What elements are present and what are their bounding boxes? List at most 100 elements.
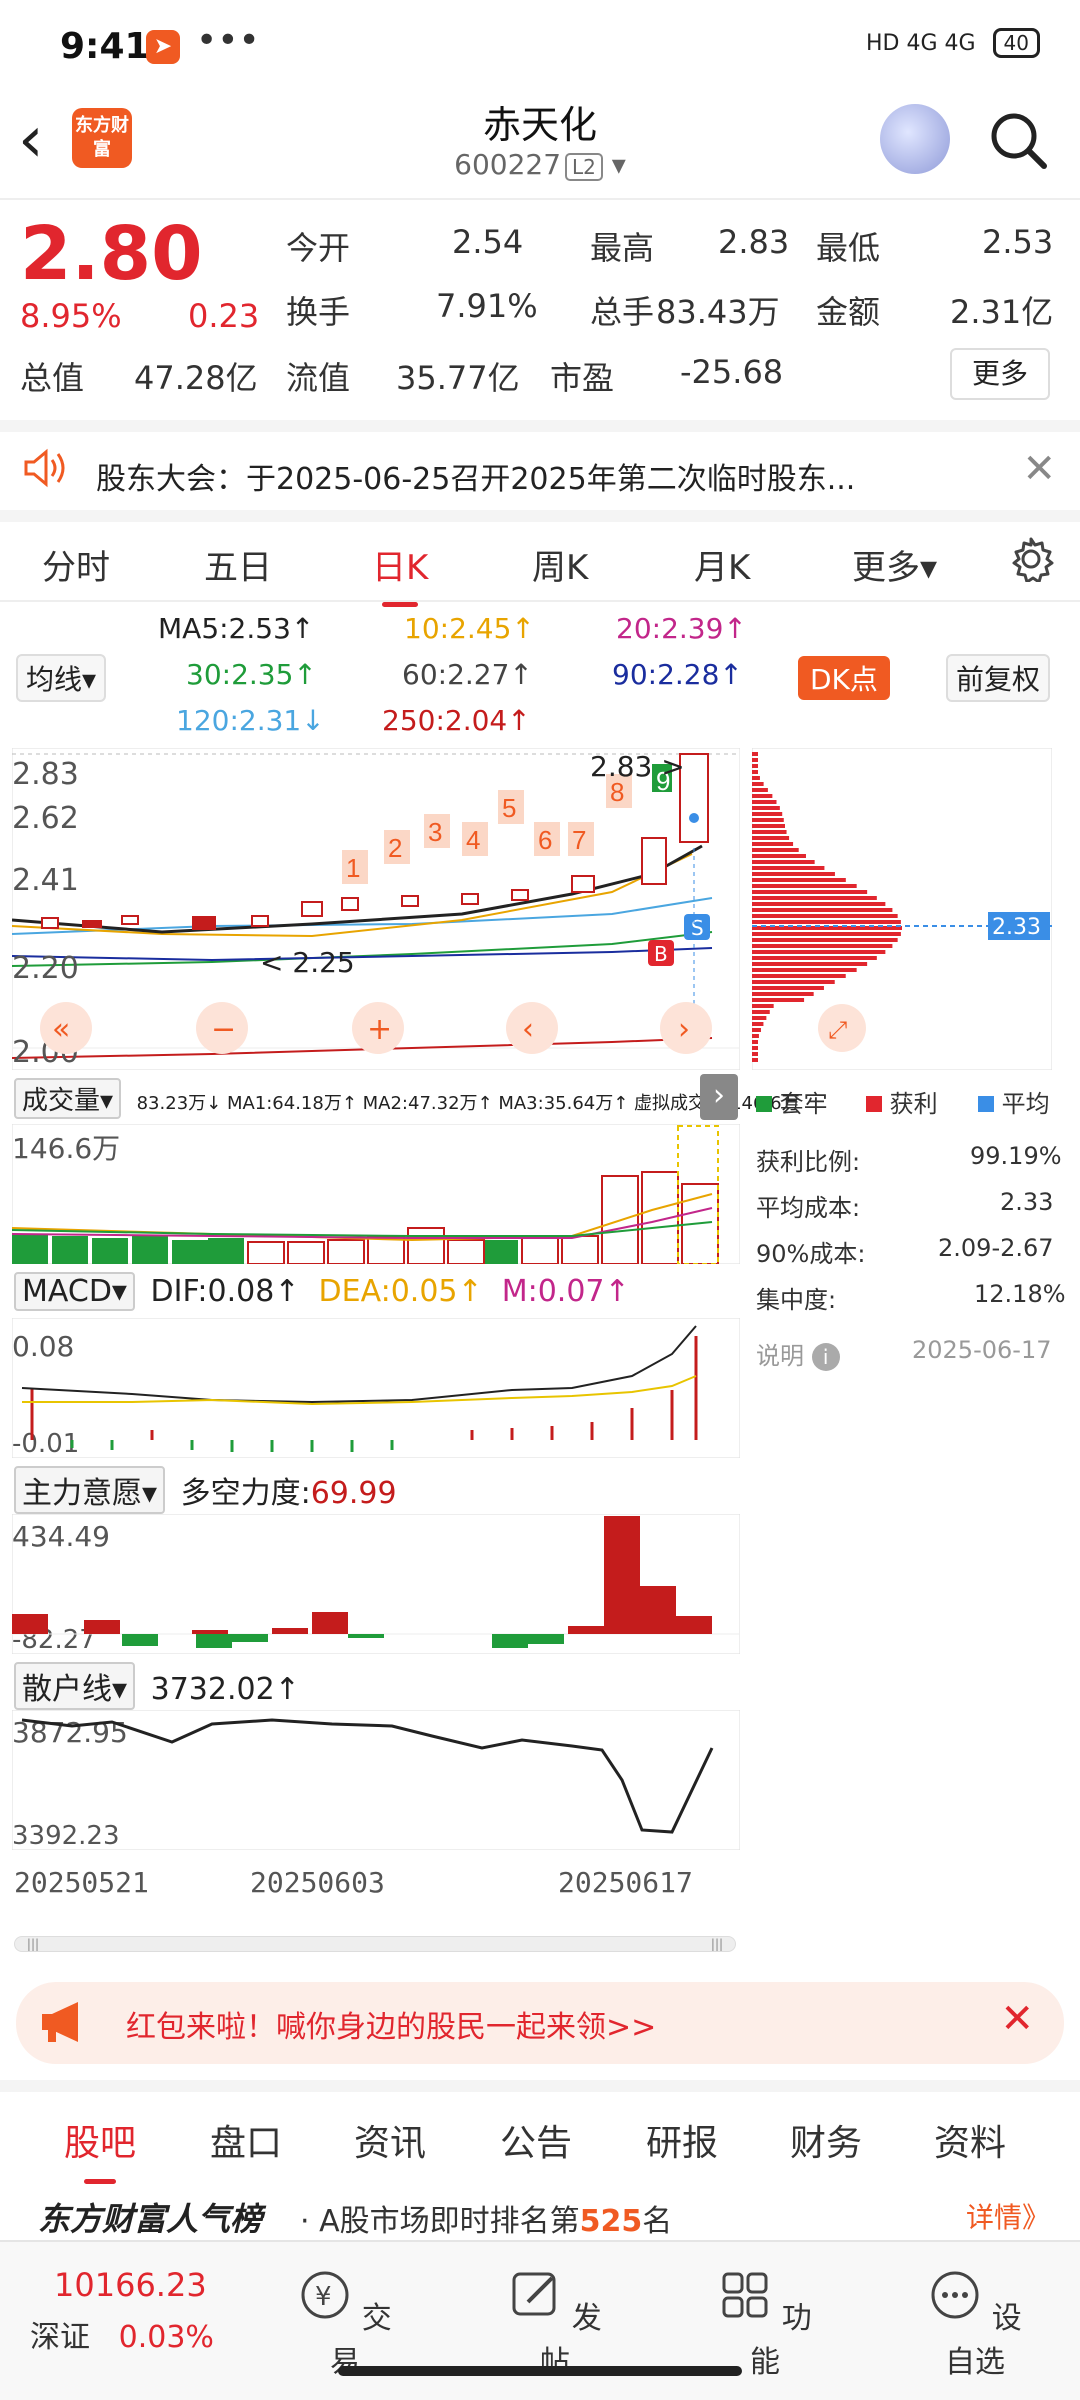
open-label: 今开	[286, 229, 351, 267]
period-tabs: 分时 五日 日K 周K 月K 更多▾	[0, 510, 1080, 607]
legend-profit: 获利	[866, 1084, 938, 1119]
more-button[interactable]: 更多	[950, 348, 1050, 400]
low-marker-text: 2.25	[292, 946, 354, 979]
force-label: 多空力度:	[180, 1476, 311, 1511]
close-icon[interactable]: ✕	[1000, 1996, 1034, 2042]
signal-indicators: HD 4G 4G 40	[866, 28, 1040, 58]
nav-trade[interactable]: ¥ 交易	[290, 2268, 400, 2381]
prev-icon[interactable]: ‹	[522, 1012, 534, 1047]
dk-point-button[interactable]: DK点	[798, 656, 890, 700]
chip-bar	[752, 866, 825, 870]
tab-five-day[interactable]: 五日	[204, 540, 272, 589]
tab-finance[interactable]: 财务	[790, 2114, 862, 2166]
main-force-select[interactable]: 主力意愿▾	[14, 1466, 166, 1514]
rank-detail-link[interactable]: 详情》	[966, 2196, 1050, 2236]
notice-bar[interactable]: 股东大会：于2025-06-25召开2025年第二次临时股东... ✕	[0, 420, 1080, 508]
chip-bar	[752, 758, 758, 762]
chip-bar	[752, 986, 824, 990]
macd-dif: DIF:0.08↑	[150, 1274, 300, 1309]
scroll-handle-left[interactable]: |||	[19, 1937, 47, 1951]
app-notification-icon: ➤	[146, 30, 180, 64]
macd-lo-label: -0.01	[12, 1429, 79, 1458]
ma250-value: 250:2.04↑	[382, 704, 531, 737]
explain-text: 说明	[756, 1342, 804, 1370]
ma-select[interactable]: 均线▾	[16, 654, 107, 702]
tab-more[interactable]: 更多▾	[852, 540, 937, 589]
chart-scrollbar[interactable]: ||| |||	[14, 1936, 736, 1952]
macd-chart[interactable]: 0.08 -0.01	[12, 1318, 740, 1458]
banner-text: 红包来啦！喊你身边的股民一起来领>>	[126, 2010, 657, 2045]
tab-profile[interactable]: 资料	[934, 2114, 1006, 2166]
volume-select[interactable]: 成交量▾	[14, 1078, 122, 1119]
chip-bar	[752, 950, 886, 954]
chip-bar	[752, 1040, 758, 1044]
tab-intraday[interactable]: 分时	[42, 540, 110, 589]
ma10-value: 10:2.45↑	[404, 612, 535, 645]
macd-select[interactable]: MACD▾	[14, 1272, 135, 1311]
float-label: 流值	[286, 359, 351, 397]
zoom-in-icon[interactable]: +	[367, 1012, 392, 1047]
tab-orderbook[interactable]: 盘口	[210, 2114, 282, 2166]
retail-chart[interactable]: 3872.95 3392.23	[12, 1710, 740, 1850]
bottom-nav: 10166.23 深证 0.03% ¥ 交易 发帖 功能 设自选	[0, 2240, 1080, 2400]
index-ticker[interactable]: 10166.23 深证 0.03%	[30, 2266, 214, 2356]
l2-badge: L2	[565, 153, 603, 181]
search-icon[interactable]	[986, 108, 1050, 172]
avg-cost-tag: 2.33	[992, 915, 1041, 940]
chip-bar	[752, 854, 806, 858]
tab-monthly-k[interactable]: 月K	[694, 540, 750, 589]
tab-announcements[interactable]: 公告	[500, 2114, 572, 2166]
ma5-value: MA5:2.53↑	[158, 612, 315, 645]
gear-icon[interactable]	[1008, 536, 1054, 582]
content-tabs: 股吧 盘口 资讯 公告 研报 财务 资料	[0, 2080, 1080, 2184]
nav-post[interactable]: 发帖	[500, 2268, 610, 2381]
tab-weekly-k[interactable]: 周K	[532, 540, 588, 589]
grid-icon	[722, 2272, 768, 2318]
notice-text: 股东大会：于2025-06-25召开2025年第二次临时股东...	[96, 462, 856, 497]
float-value: 35.77亿	[396, 359, 520, 397]
chip-bar	[752, 830, 787, 834]
chip-bar	[752, 1016, 767, 1020]
tab-forum[interactable]: 股吧	[64, 2114, 136, 2184]
signal-5: 5	[502, 793, 516, 823]
close-icon[interactable]: ✕	[1022, 446, 1056, 492]
rank-prefix: · A股市场即时排名第	[300, 2204, 580, 2239]
chip-bar	[752, 752, 758, 756]
retail-select[interactable]: 散户线▾	[14, 1662, 136, 1710]
legend-trapped: 套牢	[756, 1084, 828, 1119]
avg-cost-value: 2.33	[1000, 1188, 1054, 1216]
scroll-handle-right[interactable]: |||	[703, 1937, 731, 1951]
chip-bar	[752, 992, 814, 996]
main-force-chart[interactable]: 434.49 -82.27	[12, 1514, 740, 1654]
next-icon[interactable]: ›	[678, 1012, 690, 1047]
red-packet-banner[interactable]: 红包来啦！喊你身边的股民一起来领>> ✕	[16, 1982, 1064, 2064]
explain-link[interactable]: 说明 i	[756, 1336, 840, 1371]
assistant-avatar-icon[interactable]	[880, 104, 950, 174]
chip-distribution[interactable]: 2.33 ⤢	[752, 748, 1052, 1070]
scroll-left-far-icon[interactable]: «	[52, 1012, 70, 1047]
volume-chart[interactable]: 146.6万	[12, 1124, 740, 1264]
tab-daily-k[interactable]: 日K	[372, 540, 428, 607]
tab-research[interactable]: 研报	[646, 2114, 718, 2166]
force-hi-label: 434.49	[12, 1520, 110, 1553]
rank-unit: 名	[642, 2204, 673, 2239]
battery-icon: 40	[992, 28, 1040, 58]
nav-add-favorite[interactable]: 设自选	[920, 2268, 1030, 2381]
chip-bar	[752, 878, 846, 882]
expand-arrow-icon[interactable]: ›	[700, 1074, 738, 1120]
tab-news[interactable]: 资讯	[354, 2114, 426, 2166]
adjust-button[interactable]: 前复权	[946, 654, 1051, 702]
kline-chart[interactable]: 1 2 3 4 5 6 7 8 9 2.83 2.62 2.41 2.20 2.…	[12, 748, 740, 1070]
popularity-rank[interactable]: 东方财富人气榜 · A股市场即时排名第525名 详情》	[0, 2180, 1080, 2242]
sell-badge-text: S	[691, 916, 704, 940]
low-value: 2.53	[982, 223, 1054, 261]
nav-functions[interactable]: 功能	[710, 2268, 820, 2381]
chip-bar	[752, 776, 760, 780]
zoom-out-icon[interactable]: −	[211, 1012, 236, 1047]
change-percent: 8.95%	[20, 297, 122, 335]
expand-icon[interactable]: ⤢	[828, 1016, 847, 1044]
macd-dea: DEA:0.05↑	[318, 1274, 483, 1309]
y-tick-4: 2.20	[12, 951, 79, 986]
concentration-value: 12.18%	[974, 1280, 1066, 1308]
low-marker: < 2.25	[260, 946, 355, 979]
